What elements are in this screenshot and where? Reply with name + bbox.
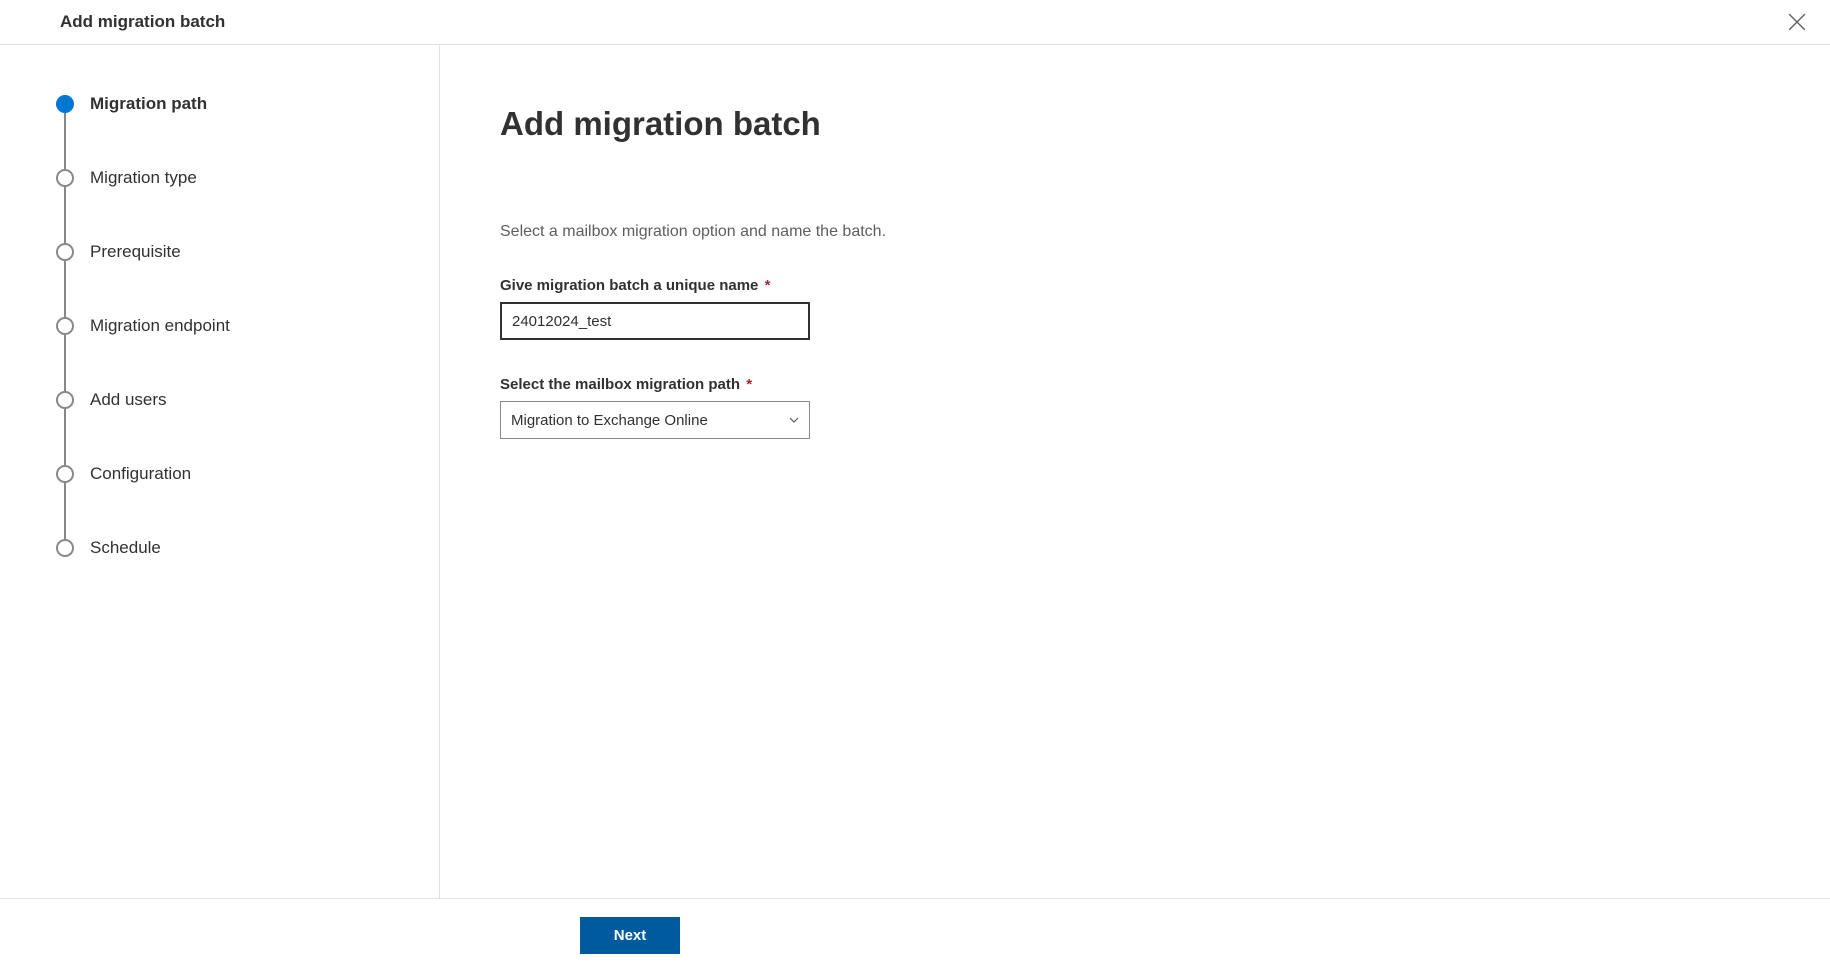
step-connector	[64, 113, 66, 171]
step-configuration[interactable]: Configuration	[56, 463, 415, 485]
page-description: Select a mailbox migration option and na…	[500, 223, 1770, 241]
step-connector	[64, 409, 66, 467]
header-title: Add migration batch	[60, 12, 225, 32]
step-circle-icon	[56, 465, 74, 483]
step-label: Configuration	[90, 464, 191, 484]
migration-path-label-text: Select the mailbox migration path	[500, 376, 740, 393]
migration-path-label: Select the mailbox migration path *	[500, 376, 1770, 393]
step-connector	[64, 261, 66, 319]
step-connector	[64, 483, 66, 541]
step-label: Prerequisite	[90, 242, 181, 262]
step-circle-icon	[56, 243, 74, 261]
wizard-header: Add migration batch	[0, 0, 1830, 45]
close-icon[interactable]	[1788, 13, 1806, 31]
required-indicator: *	[746, 376, 752, 393]
content-wrapper: Migration path Migration type Prerequisi…	[0, 45, 1830, 898]
step-label: Migration path	[90, 94, 207, 114]
next-button[interactable]: Next	[580, 917, 680, 954]
step-schedule[interactable]: Schedule	[56, 537, 415, 559]
wizard-steps-sidebar: Migration path Migration type Prerequisi…	[0, 45, 440, 898]
step-circle-icon	[56, 169, 74, 187]
step-prerequisite[interactable]: Prerequisite	[56, 241, 415, 263]
batch-name-input[interactable]	[500, 302, 810, 340]
step-connector	[64, 187, 66, 245]
migration-path-select[interactable]: Migration to Exchange Online	[500, 401, 810, 439]
step-migration-type[interactable]: Migration type	[56, 167, 415, 189]
step-circle-icon	[56, 391, 74, 409]
step-circle-icon	[56, 95, 74, 113]
step-migration-path[interactable]: Migration path	[56, 93, 415, 115]
step-connector	[64, 335, 66, 393]
step-migration-endpoint[interactable]: Migration endpoint	[56, 315, 415, 337]
step-label: Schedule	[90, 538, 161, 558]
step-add-users[interactable]: Add users	[56, 389, 415, 411]
migration-path-selected-value: Migration to Exchange Online	[511, 412, 708, 429]
wizard-footer: Next	[0, 898, 1830, 972]
step-circle-icon	[56, 539, 74, 557]
migration-path-select-wrapper: Migration to Exchange Online	[500, 401, 810, 439]
required-indicator: *	[765, 277, 771, 294]
page-title: Add migration batch	[500, 105, 1770, 143]
batch-name-label-text: Give migration batch a unique name	[500, 277, 758, 294]
main-content: Add migration batch Select a mailbox mig…	[440, 45, 1830, 898]
step-label: Migration endpoint	[90, 316, 230, 336]
batch-name-group: Give migration batch a unique name *	[500, 277, 1770, 340]
migration-path-group: Select the mailbox migration path * Migr…	[500, 376, 1770, 439]
step-label: Migration type	[90, 168, 197, 188]
step-label: Add users	[90, 390, 167, 410]
step-list: Migration path Migration type Prerequisi…	[56, 93, 415, 559]
batch-name-label: Give migration batch a unique name *	[500, 277, 1770, 294]
step-circle-icon	[56, 317, 74, 335]
